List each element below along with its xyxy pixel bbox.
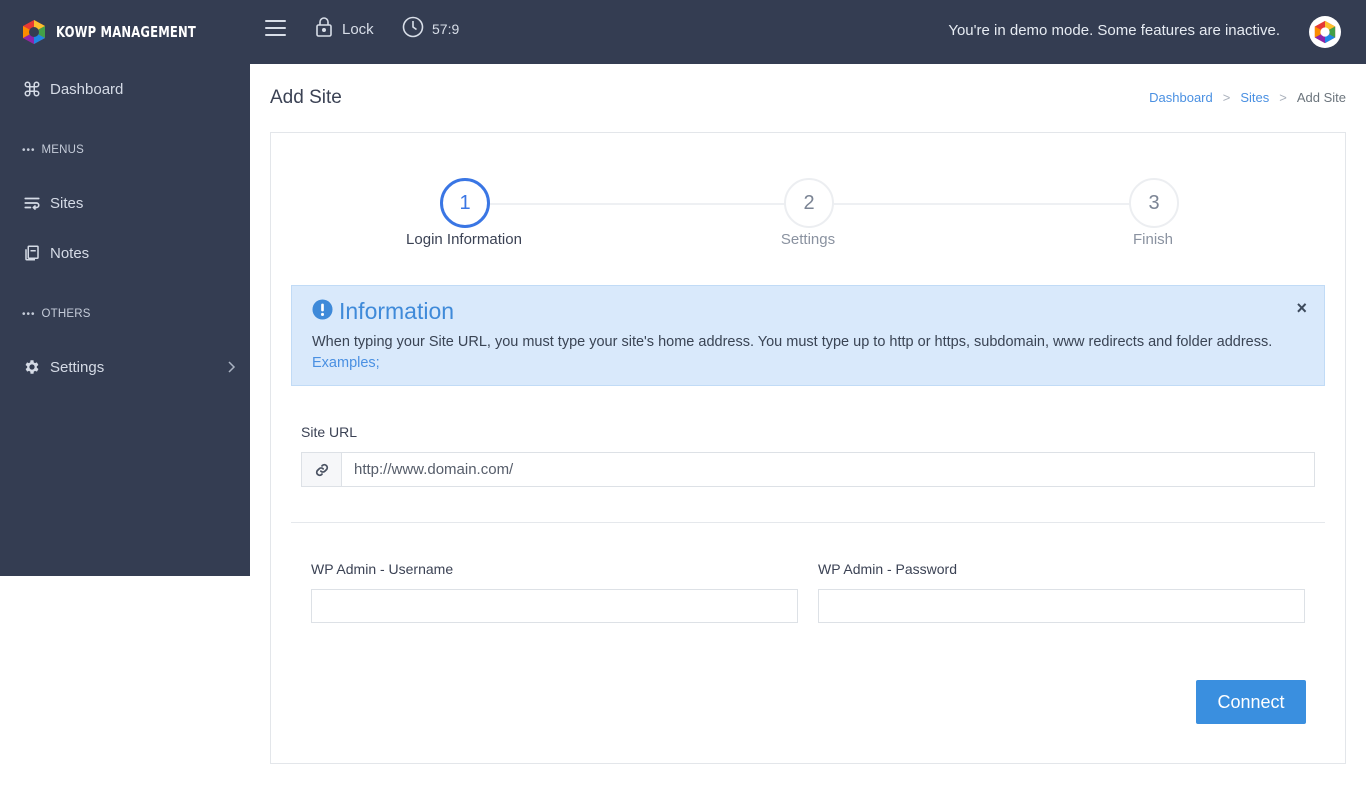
step-1-circle[interactable]: 1 <box>440 178 490 228</box>
info-title: Information <box>339 298 455 324</box>
sidebar-item-notes[interactable]: Notes <box>0 235 250 271</box>
link-icon <box>302 453 342 486</box>
step-3-label: Finish <box>1132 231 1174 248</box>
breadcrumb-separator-icon: > <box>1279 90 1287 105</box>
step-2-circle[interactable]: 2 <box>784 178 834 228</box>
sidebar-item-label: Sites <box>50 194 84 212</box>
topbar: Lock 57:9 You're in demo mode. Some feat… <box>250 0 1366 64</box>
demo-notice: You're in demo mode. Some features are i… <box>948 22 1280 39</box>
divider <box>291 522 1325 523</box>
menu-toggle-icon[interactable] <box>265 20 286 38</box>
command-icon <box>23 80 41 98</box>
avatar[interactable] <box>1309 16 1341 48</box>
breadcrumb-separator-icon: > <box>1222 90 1231 105</box>
brand[interactable]: KOWP MANAGEMENT <box>0 0 250 64</box>
lock-button[interactable]: Lock <box>315 16 374 42</box>
lock-label: Lock <box>342 20 374 38</box>
brand-logo-icon <box>21 19 47 45</box>
username-label: WP Admin - Username <box>311 561 454 577</box>
sidebar: KOWP MANAGEMENT Dashboard ••• MENUS Sites… <box>0 0 250 576</box>
examples-link[interactable]: Examples; <box>312 355 380 371</box>
password-label: WP Admin - Password <box>818 561 958 577</box>
step-3-circle[interactable]: 3 <box>1129 178 1179 228</box>
session-timer: 57:9 <box>402 16 459 41</box>
info-alert: Information × When typing your Site URL,… <box>291 285 1325 386</box>
add-site-card: 1 Login Information 2 Settings 3 Finish … <box>270 132 1346 764</box>
timer-value: 57:9 <box>432 20 460 37</box>
username-input[interactable] <box>311 589 798 623</box>
close-icon[interactable]: × <box>1296 298 1307 319</box>
connect-button[interactable]: Connect <box>1196 680 1306 724</box>
lock-icon <box>315 16 333 42</box>
step-1-label: Login Information <box>406 231 522 248</box>
site-url-input[interactable]: http://www.domain.com/ <box>342 453 1314 486</box>
page-title: Add Site <box>270 87 342 108</box>
copy-file-icon <box>23 244 41 262</box>
chevron-right-icon <box>226 360 236 378</box>
section-label-others: ••• OTHERS <box>22 308 91 320</box>
gear-icon <box>23 358 41 376</box>
exclamation-circle-icon <box>312 298 333 325</box>
step-connector <box>490 203 785 205</box>
password-input[interactable] <box>818 589 1305 623</box>
clock-icon <box>402 16 424 41</box>
brand-name: KOWP MANAGEMENT <box>56 23 197 41</box>
step-2-label: Settings <box>780 231 836 248</box>
breadcrumb-current: Add Site <box>1296 90 1346 105</box>
section-label-menus: ••• MENUS <box>22 144 85 156</box>
info-text: When typing your Site URL, you must type… <box>312 334 1273 350</box>
breadcrumb-dashboard[interactable]: Dashboard <box>1149 90 1213 105</box>
site-url-label: Site URL <box>301 424 358 440</box>
site-url-group: http://www.domain.com/ <box>301 452 1315 487</box>
breadcrumb: Dashboard > Sites > Add Site <box>1149 90 1346 105</box>
sidebar-item-label: Notes <box>50 244 90 262</box>
info-body: When typing your Site URL, you must type… <box>312 332 1297 374</box>
wrap-lines-icon <box>23 194 41 212</box>
sidebar-item-label: Dashboard <box>50 80 124 98</box>
info-header: Information <box>312 298 454 325</box>
sidebar-item-settings[interactable]: Settings <box>0 349 250 385</box>
step-connector <box>834 203 1130 205</box>
sidebar-item-sites[interactable]: Sites <box>0 185 250 221</box>
sidebar-item-dashboard[interactable]: Dashboard <box>0 71 250 107</box>
sidebar-item-label: Settings <box>50 358 105 376</box>
breadcrumb-sites[interactable]: Sites <box>1240 90 1269 105</box>
